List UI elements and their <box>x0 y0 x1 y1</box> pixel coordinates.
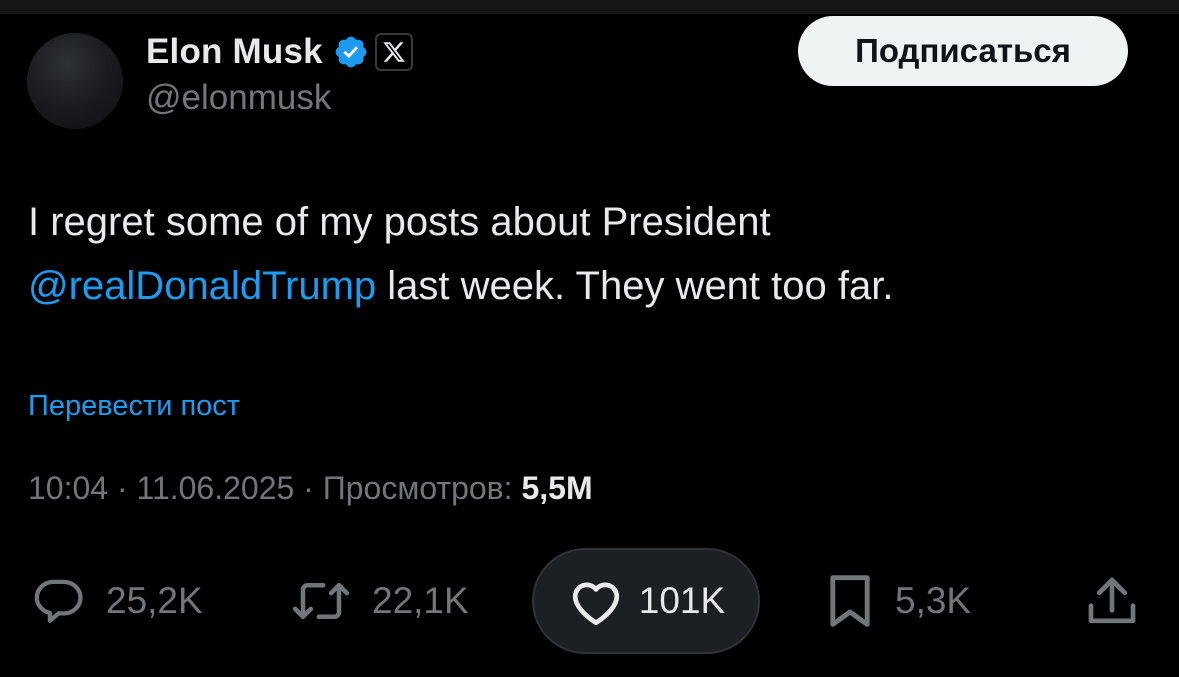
heart-icon <box>572 582 619 626</box>
tweet-text-line2: last week. They went too far. <box>376 264 894 308</box>
share-icon <box>1088 577 1136 624</box>
action-bar: 25,2K 22,1K 101K 5,3K <box>0 548 1179 654</box>
views-label: Просмотров: <box>322 470 522 506</box>
like-button[interactable]: 101K <box>532 548 760 654</box>
bookmark-count: 5,3K <box>895 580 972 621</box>
x-logo-icon <box>374 33 413 71</box>
mention-link[interactable]: @realDonaldTrump <box>28 264 376 308</box>
repost-icon <box>292 583 350 619</box>
top-edge-strip <box>0 0 1179 14</box>
reply-icon <box>34 579 83 623</box>
bookmark-icon <box>830 575 870 627</box>
meta-separator: · <box>108 470 137 506</box>
tweet-meta: 10:04 · 11.06.2025 · Просмотров: 5,5M <box>28 470 593 507</box>
tweet-date[interactable]: 11.06.2025 <box>137 470 295 506</box>
share-button[interactable] <box>1084 548 1140 654</box>
repost-button[interactable]: 22,1K <box>288 548 469 654</box>
reply-button[interactable]: 25,2K <box>28 548 203 654</box>
views-count[interactable]: 5,5M <box>521 470 592 506</box>
repost-count: 22,1K <box>372 580 469 621</box>
reply-count: 25,2K <box>106 580 203 621</box>
author-handle[interactable]: @elonmusk <box>146 78 331 118</box>
author-name[interactable]: Elon Musk <box>146 32 323 72</box>
verified-badge-icon[interactable] <box>333 34 369 70</box>
tweet-text: I regret some of my posts about Presiden… <box>28 190 1148 318</box>
tweet-text-line1: I regret some of my posts about Presiden… <box>28 200 771 244</box>
tweet-time[interactable]: 10:04 <box>28 470 108 506</box>
author-name-row: Elon Musk <box>146 28 413 76</box>
bookmark-button[interactable]: 5,3K <box>823 548 971 654</box>
avatar[interactable] <box>27 33 123 129</box>
like-count: 101K <box>638 580 726 621</box>
translate-post-link[interactable]: Перевести пост <box>28 390 240 423</box>
follow-button[interactable]: Подписаться <box>798 16 1128 86</box>
meta-separator: · <box>294 470 323 506</box>
